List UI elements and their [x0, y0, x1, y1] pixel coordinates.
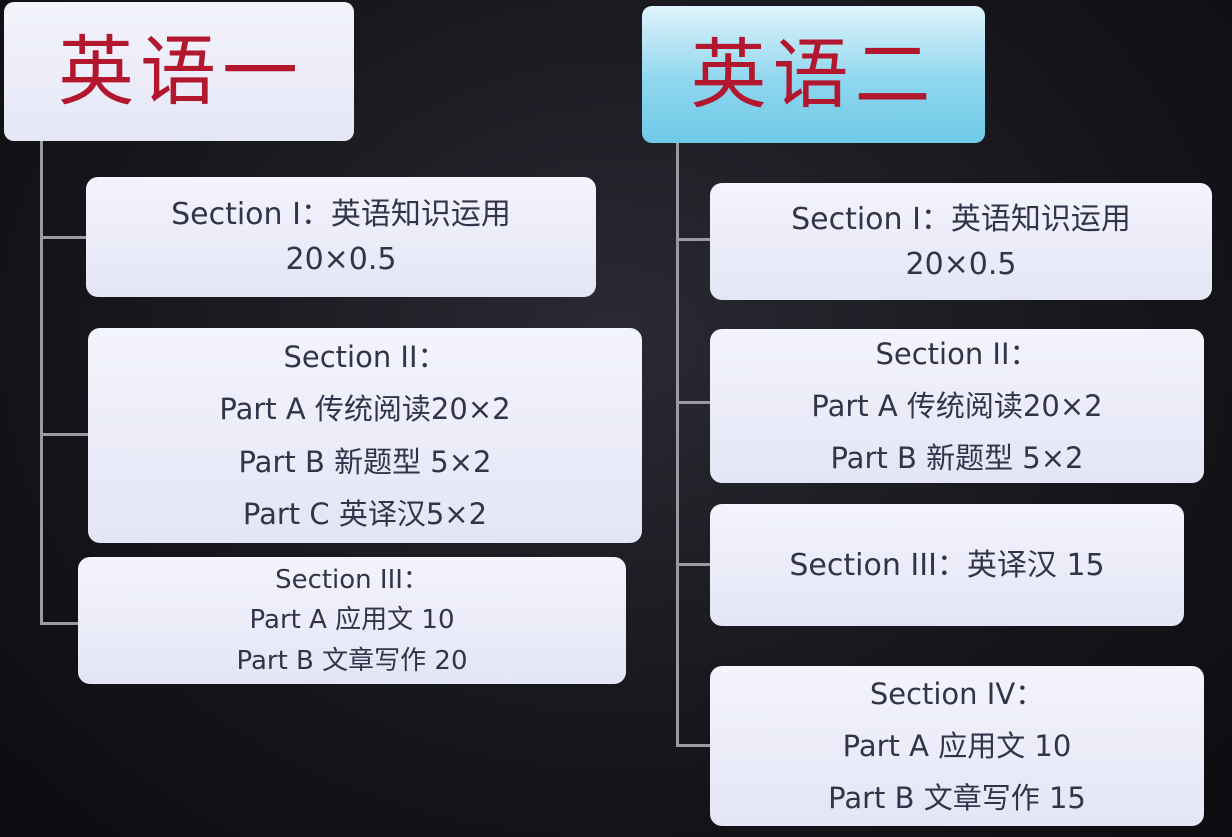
- right-section-4-line-2: Part A 应用文 10: [842, 728, 1072, 763]
- title-english-one-text: 英语一: [58, 26, 304, 116]
- right-branch-4: [676, 744, 710, 747]
- left-section-1-box: Section I：英语知识运用 20×0.5: [86, 177, 596, 297]
- title-english-two-text: 英语二: [690, 29, 937, 119]
- left-section-2-line-3: Part B 新题型 5×2: [238, 444, 492, 479]
- right-section-2-line-3: Part B 新题型 5×2: [830, 441, 1084, 476]
- left-trunk-line: [40, 141, 43, 625]
- right-branch-2: [676, 401, 710, 404]
- left-section-1-line-2: 20×0.5: [285, 242, 397, 277]
- right-section-1-line-2: 20×0.5: [905, 246, 1017, 282]
- left-section-2-box: Section II： Part A 传统阅读20×2 Part B 新题型 5…: [88, 328, 642, 543]
- title-english-two: 英语二: [642, 6, 985, 143]
- left-section-2-line-4: Part C 英译汉5×2: [242, 496, 488, 531]
- right-section-2-line-2: Part A 传统阅读20×2: [811, 388, 1103, 423]
- right-section-3-line-1: Section III：英译汉 15: [789, 547, 1105, 583]
- right-section-4-box: Section IV： Part A 应用文 10 Part B 文章写作 15: [710, 666, 1204, 826]
- left-section-1-line-1: Section I：英语知识运用: [171, 197, 511, 232]
- left-section-2-line-1: Section II：: [283, 340, 447, 375]
- left-branch-1: [40, 236, 86, 239]
- right-section-1-line-1: Section I：英语知识运用: [791, 201, 1131, 237]
- right-branch-3: [676, 563, 710, 566]
- right-branch-1: [676, 238, 710, 241]
- left-section-3-box: Section III： Part A 应用文 10 Part B 文章写作 2…: [78, 557, 626, 684]
- right-section-4-line-3: Part B 文章写作 15: [828, 781, 1086, 816]
- left-section-3-line-1: Section III：: [275, 565, 429, 596]
- right-section-3-box: Section III：英译汉 15: [710, 504, 1184, 626]
- right-trunk-line: [676, 143, 679, 747]
- left-section-3-line-3: Part B 文章写作 20: [236, 645, 468, 676]
- right-section-4-line-1: Section IV：: [869, 676, 1045, 711]
- left-section-3-line-2: Part A 应用文 10: [249, 605, 455, 636]
- right-section-2-box: Section II： Part A 传统阅读20×2 Part B 新题型 5…: [710, 329, 1204, 483]
- left-branch-2: [40, 433, 88, 436]
- left-section-2-line-2: Part A 传统阅读20×2: [219, 392, 511, 427]
- title-english-one: 英语一: [4, 2, 354, 141]
- left-branch-3: [40, 622, 78, 625]
- right-section-2-line-1: Section II：: [875, 336, 1039, 371]
- right-section-1-box: Section I：英语知识运用 20×0.5: [710, 183, 1212, 300]
